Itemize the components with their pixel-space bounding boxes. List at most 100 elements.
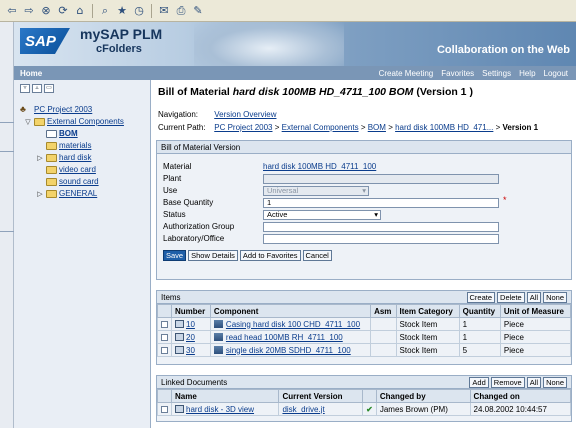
column-changed-on[interactable]: Changed on	[469, 389, 572, 403]
changed-on-cell: 24.08.2002 10:44:57	[469, 402, 572, 416]
row-checkbox[interactable]	[161, 333, 168, 341]
nav-create-meeting[interactable]: Create Meeting	[379, 69, 434, 78]
item-number-link[interactable]: 30	[186, 346, 195, 355]
delete-button[interactable]: Delete	[497, 291, 525, 303]
tree-expand-icon[interactable]: ▿	[20, 84, 30, 93]
tree-item-project[interactable]: ♣ PC Project 2003	[20, 105, 92, 115]
breadcrumb-hard-disk[interactable]: hard disk 100MB HD_471...	[395, 123, 493, 132]
breadcrumb-project[interactable]: PC Project 2003	[214, 123, 272, 132]
document-icon	[175, 405, 184, 414]
nav-favorites[interactable]: Favorites	[441, 69, 474, 78]
breadcrumb-sep: >	[274, 123, 280, 132]
bom-folder-icon	[46, 129, 57, 138]
collapse-icon[interactable]: ▽	[24, 118, 32, 126]
nav-help[interactable]: Help	[519, 69, 535, 78]
select-all-button[interactable]: All	[526, 376, 542, 388]
print-icon[interactable]: ⎙	[173, 3, 189, 19]
tree-item-materials-label[interactable]: materials	[59, 141, 91, 150]
show-details-button[interactable]: Show Details	[188, 250, 238, 261]
add-button[interactable]: Add	[469, 376, 489, 388]
tree-item-sound-card-label[interactable]: sound card	[59, 177, 99, 186]
column-current-version[interactable]: Current Version	[278, 389, 364, 403]
lab-office-input[interactable]	[263, 234, 499, 244]
row-checkbox[interactable]	[161, 320, 168, 328]
title-name: hard disk 100MB HD_4711_100 BOM	[232, 86, 414, 98]
material-icon	[213, 333, 223, 342]
tree-item-project-label[interactable]: PC Project 2003	[34, 105, 92, 114]
tree-collapse-icon[interactable]: ▵	[32, 84, 42, 93]
column-changed-by[interactable]: Changed by	[375, 389, 471, 403]
folder-tree: ▿ ▵ ▭ ♣ PC Project 2003 ▽ External Compo…	[14, 80, 151, 428]
tree-item-general-label[interactable]: GENERAL	[59, 189, 97, 198]
tree-item-hard-disk-label[interactable]: hard disk	[59, 153, 91, 162]
search-icon[interactable]: ⌕	[97, 3, 113, 19]
tree-item-materials[interactable]: materials	[46, 141, 91, 150]
nav-logout[interactable]: Logout	[544, 69, 568, 78]
version-overview-link[interactable]: Version Overview	[214, 110, 276, 119]
back-icon[interactable]: ⇦	[4, 3, 20, 19]
create-button[interactable]: Create	[466, 291, 496, 303]
tree-item-video-card[interactable]: video card	[46, 165, 96, 174]
edit-icon[interactable]: ✎	[190, 3, 206, 19]
material-link[interactable]: hard disk 100MB HD_4711_100	[263, 162, 376, 171]
column-unit[interactable]: Unit of Measure	[499, 304, 572, 318]
items-table: Number Component Asm Item Category Quant…	[157, 304, 572, 357]
tree-item-general[interactable]: ▷ GENERAL	[36, 189, 97, 198]
asm-cell	[370, 330, 397, 344]
tree-item-sound-card[interactable]: sound card	[46, 177, 99, 186]
background-divider	[0, 212, 14, 232]
nav-settings[interactable]: Settings	[482, 69, 511, 78]
refresh-icon[interactable]: ⟳	[55, 3, 71, 19]
add-to-favorites-button[interactable]: Add to Favorites	[239, 250, 301, 261]
select-all-button[interactable]: All	[526, 291, 542, 303]
column-component[interactable]: Component	[209, 304, 372, 318]
tree-item-hard-disk[interactable]: ▷ hard disk	[36, 153, 91, 162]
tree-item-external[interactable]: ▽ External Components	[24, 117, 124, 126]
column-asm[interactable]: Asm	[370, 304, 397, 318]
row-select-cell	[157, 330, 172, 344]
tree-item-bom-label[interactable]: BOM	[59, 129, 78, 138]
row-checkbox[interactable]	[161, 405, 168, 413]
mail-icon[interactable]: ✉	[156, 3, 172, 19]
document-name-link[interactable]: hard disk - 3D view	[186, 405, 254, 414]
tree-item-bom[interactable]: BOM	[46, 129, 78, 138]
column-status	[362, 389, 377, 403]
status-select[interactable]: Active ▾	[263, 210, 381, 220]
stop-icon[interactable]: ⊗	[38, 3, 54, 19]
forward-icon[interactable]: ⇨	[21, 3, 37, 19]
remove-button[interactable]: Remove	[490, 376, 525, 388]
history-icon[interactable]: ◷	[131, 3, 147, 19]
chevron-down-icon[interactable]: ▾	[374, 211, 378, 219]
tree-folder-icon[interactable]: ▭	[44, 84, 54, 93]
tree-item-external-label[interactable]: External Components	[47, 117, 124, 126]
item-number-link[interactable]: 10	[186, 320, 195, 329]
item-number-link[interactable]: 20	[186, 333, 195, 342]
document-version-link[interactable]: disk_drive.jt	[282, 405, 324, 414]
asm-cell	[370, 317, 397, 331]
save-button[interactable]: Save	[163, 250, 187, 261]
home-icon[interactable]: ⌂	[72, 3, 88, 19]
auth-group-input[interactable]	[263, 222, 499, 232]
cancel-button[interactable]: Cancel	[302, 250, 332, 261]
expand-icon[interactable]: ▷	[36, 154, 44, 162]
nav-home[interactable]: Home	[14, 69, 379, 78]
product-name: mySAP PLM	[80, 26, 163, 42]
component-link[interactable]: single disk 20MB SDHD_4711_100	[226, 346, 351, 355]
component-link[interactable]: Casing hard disk 100 CHD_4711_100	[226, 320, 360, 329]
favorites-icon[interactable]: ★	[114, 3, 130, 19]
tree-item-video-card-label[interactable]: video card	[59, 165, 96, 174]
component-link[interactable]: read head 100MB RH_4711_100	[226, 333, 343, 342]
column-quantity[interactable]: Quantity	[458, 304, 501, 318]
expand-icon[interactable]: ▷	[36, 190, 44, 198]
breadcrumb-external[interactable]: External Components	[282, 123, 359, 132]
base-qty-input[interactable]: 1	[263, 198, 499, 208]
breadcrumb-bom[interactable]: BOM	[368, 123, 386, 132]
row-checkbox[interactable]	[161, 346, 168, 354]
select-none-button[interactable]: None	[543, 291, 567, 303]
column-number[interactable]: Number	[171, 304, 211, 318]
breadcrumb-sep: >	[495, 123, 501, 132]
select-none-button[interactable]: None	[543, 376, 567, 388]
column-item-category[interactable]: Item Category	[395, 304, 460, 318]
check-icon: ✔	[366, 404, 373, 414]
column-name[interactable]: Name	[170, 389, 280, 403]
